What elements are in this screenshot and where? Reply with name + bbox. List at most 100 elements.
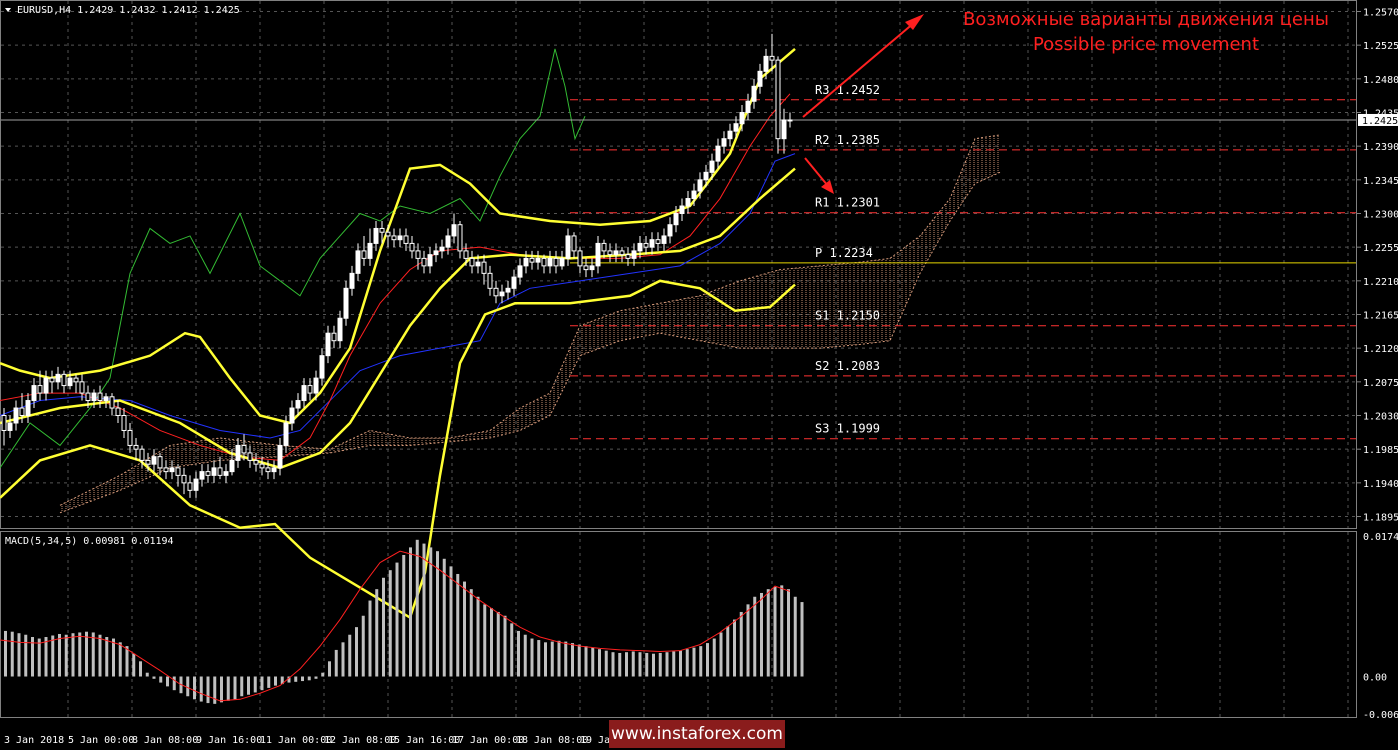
macd-bar bbox=[382, 577, 385, 677]
macd-bar bbox=[44, 637, 48, 677]
candle-up bbox=[319, 355, 325, 379]
macd-bar bbox=[321, 672, 325, 677]
macd-bar bbox=[523, 634, 527, 677]
macd-bar bbox=[706, 643, 709, 677]
candle-down bbox=[259, 463, 265, 469]
macd-bar bbox=[631, 651, 635, 677]
candle-up bbox=[295, 400, 301, 409]
candle-down bbox=[643, 242, 649, 248]
macd-bar bbox=[638, 652, 642, 677]
candle-down bbox=[109, 396, 115, 409]
candle-down bbox=[163, 467, 169, 473]
macd-bar bbox=[766, 589, 770, 677]
macd-bar bbox=[530, 638, 534, 677]
candle-up bbox=[451, 224, 457, 237]
macd-bar bbox=[226, 676, 230, 701]
price-tick-label: 1.2345 bbox=[1363, 176, 1398, 187]
price-tick-label: 1.2525 bbox=[1363, 41, 1398, 52]
macd-bar bbox=[436, 551, 439, 677]
macd-bar bbox=[652, 653, 655, 677]
candle-up bbox=[103, 396, 109, 402]
macd-bar bbox=[334, 649, 338, 677]
macd-axis-label: 0.01748 bbox=[1363, 532, 1398, 543]
candle-down bbox=[121, 415, 127, 431]
candle-down bbox=[37, 385, 43, 394]
macd-bar bbox=[625, 652, 628, 677]
candle-up bbox=[169, 467, 175, 473]
candle-down bbox=[139, 448, 145, 461]
candle-up bbox=[7, 422, 13, 431]
macd-header: MACD(5,34,5) 0.00981 0.01194 bbox=[5, 536, 174, 547]
forecast-arrows bbox=[802, 14, 924, 194]
candle-down bbox=[97, 392, 103, 402]
macd-bar bbox=[760, 592, 763, 677]
macd-bar bbox=[679, 650, 682, 677]
macd-bar bbox=[800, 602, 804, 677]
candle-up bbox=[763, 55, 769, 72]
candle-up bbox=[427, 254, 433, 267]
macd-bar bbox=[348, 634, 352, 677]
macd-bar bbox=[78, 632, 82, 677]
candle-up bbox=[43, 377, 49, 394]
candle-up bbox=[523, 257, 529, 267]
time-tick-label: 17 Jan 00:00 bbox=[452, 735, 524, 746]
candle-down bbox=[265, 467, 271, 473]
candle-up bbox=[445, 235, 451, 248]
pivot-label-r1: R1 1.2301 bbox=[815, 196, 880, 210]
macd-bar bbox=[118, 642, 122, 677]
candle-down bbox=[391, 235, 397, 241]
candle-up bbox=[667, 224, 673, 237]
pivot-label-s3: S3 1.1999 bbox=[815, 422, 880, 436]
macd-bar bbox=[658, 652, 662, 677]
time-tick-label: 11 Jan 00:00 bbox=[260, 735, 332, 746]
candle-down bbox=[493, 287, 499, 297]
macd-bar bbox=[584, 646, 588, 677]
candle-up bbox=[397, 235, 403, 241]
candle-down bbox=[379, 227, 385, 233]
candle-up bbox=[727, 130, 733, 140]
candle-down bbox=[529, 257, 535, 263]
candle-down bbox=[775, 59, 781, 140]
macd-bar bbox=[233, 676, 237, 700]
candle-down bbox=[469, 257, 475, 267]
kijun-sen bbox=[0, 153, 796, 439]
candle-up bbox=[637, 242, 643, 252]
candle-up bbox=[709, 160, 715, 173]
candle-down bbox=[361, 250, 367, 259]
candle-up bbox=[517, 265, 523, 278]
annotation-en: Possible price movement bbox=[1032, 34, 1260, 55]
candle-up bbox=[679, 205, 685, 214]
macd-bar bbox=[577, 644, 581, 677]
macd-bar bbox=[490, 608, 493, 677]
macd-bar bbox=[483, 604, 487, 677]
candle-down bbox=[655, 239, 661, 244]
macd-bar bbox=[449, 566, 453, 677]
macd-bar bbox=[105, 637, 109, 677]
price-tick-label: 1.2255 bbox=[1363, 243, 1398, 254]
time-tick-label: 15 Jan 16:00 bbox=[388, 735, 460, 746]
grid bbox=[1, 1, 1356, 717]
candle-up bbox=[703, 171, 709, 181]
candle-up bbox=[595, 242, 601, 267]
macd-bar bbox=[746, 604, 750, 677]
price-tick-label: 1.1895 bbox=[1363, 513, 1398, 524]
candle-up bbox=[373, 227, 379, 244]
candle-down bbox=[217, 467, 223, 476]
macd-bar bbox=[341, 642, 345, 677]
candle-down bbox=[247, 452, 253, 461]
candle-down bbox=[187, 482, 193, 491]
arrow-down bbox=[804, 157, 829, 187]
macd-bar bbox=[753, 596, 757, 677]
cloud-fill bbox=[60, 134, 1000, 513]
candle-up bbox=[535, 257, 541, 263]
candle-down bbox=[61, 373, 67, 387]
macd-bar bbox=[172, 676, 176, 691]
candle-up bbox=[559, 257, 565, 267]
macd-bar bbox=[739, 611, 743, 677]
price-chart[interactable]: R3 1.2452 R2 1.2385 R1 1.2301 P 1.2234 S1 1.… bbox=[0, 0, 1398, 750]
candle-down bbox=[49, 377, 55, 383]
price-tick-label: 1.2210 bbox=[1363, 277, 1398, 288]
candle-up bbox=[505, 287, 511, 293]
pivot-label-r2: R2 1.2385 bbox=[815, 133, 880, 147]
macd-bar bbox=[415, 539, 419, 677]
